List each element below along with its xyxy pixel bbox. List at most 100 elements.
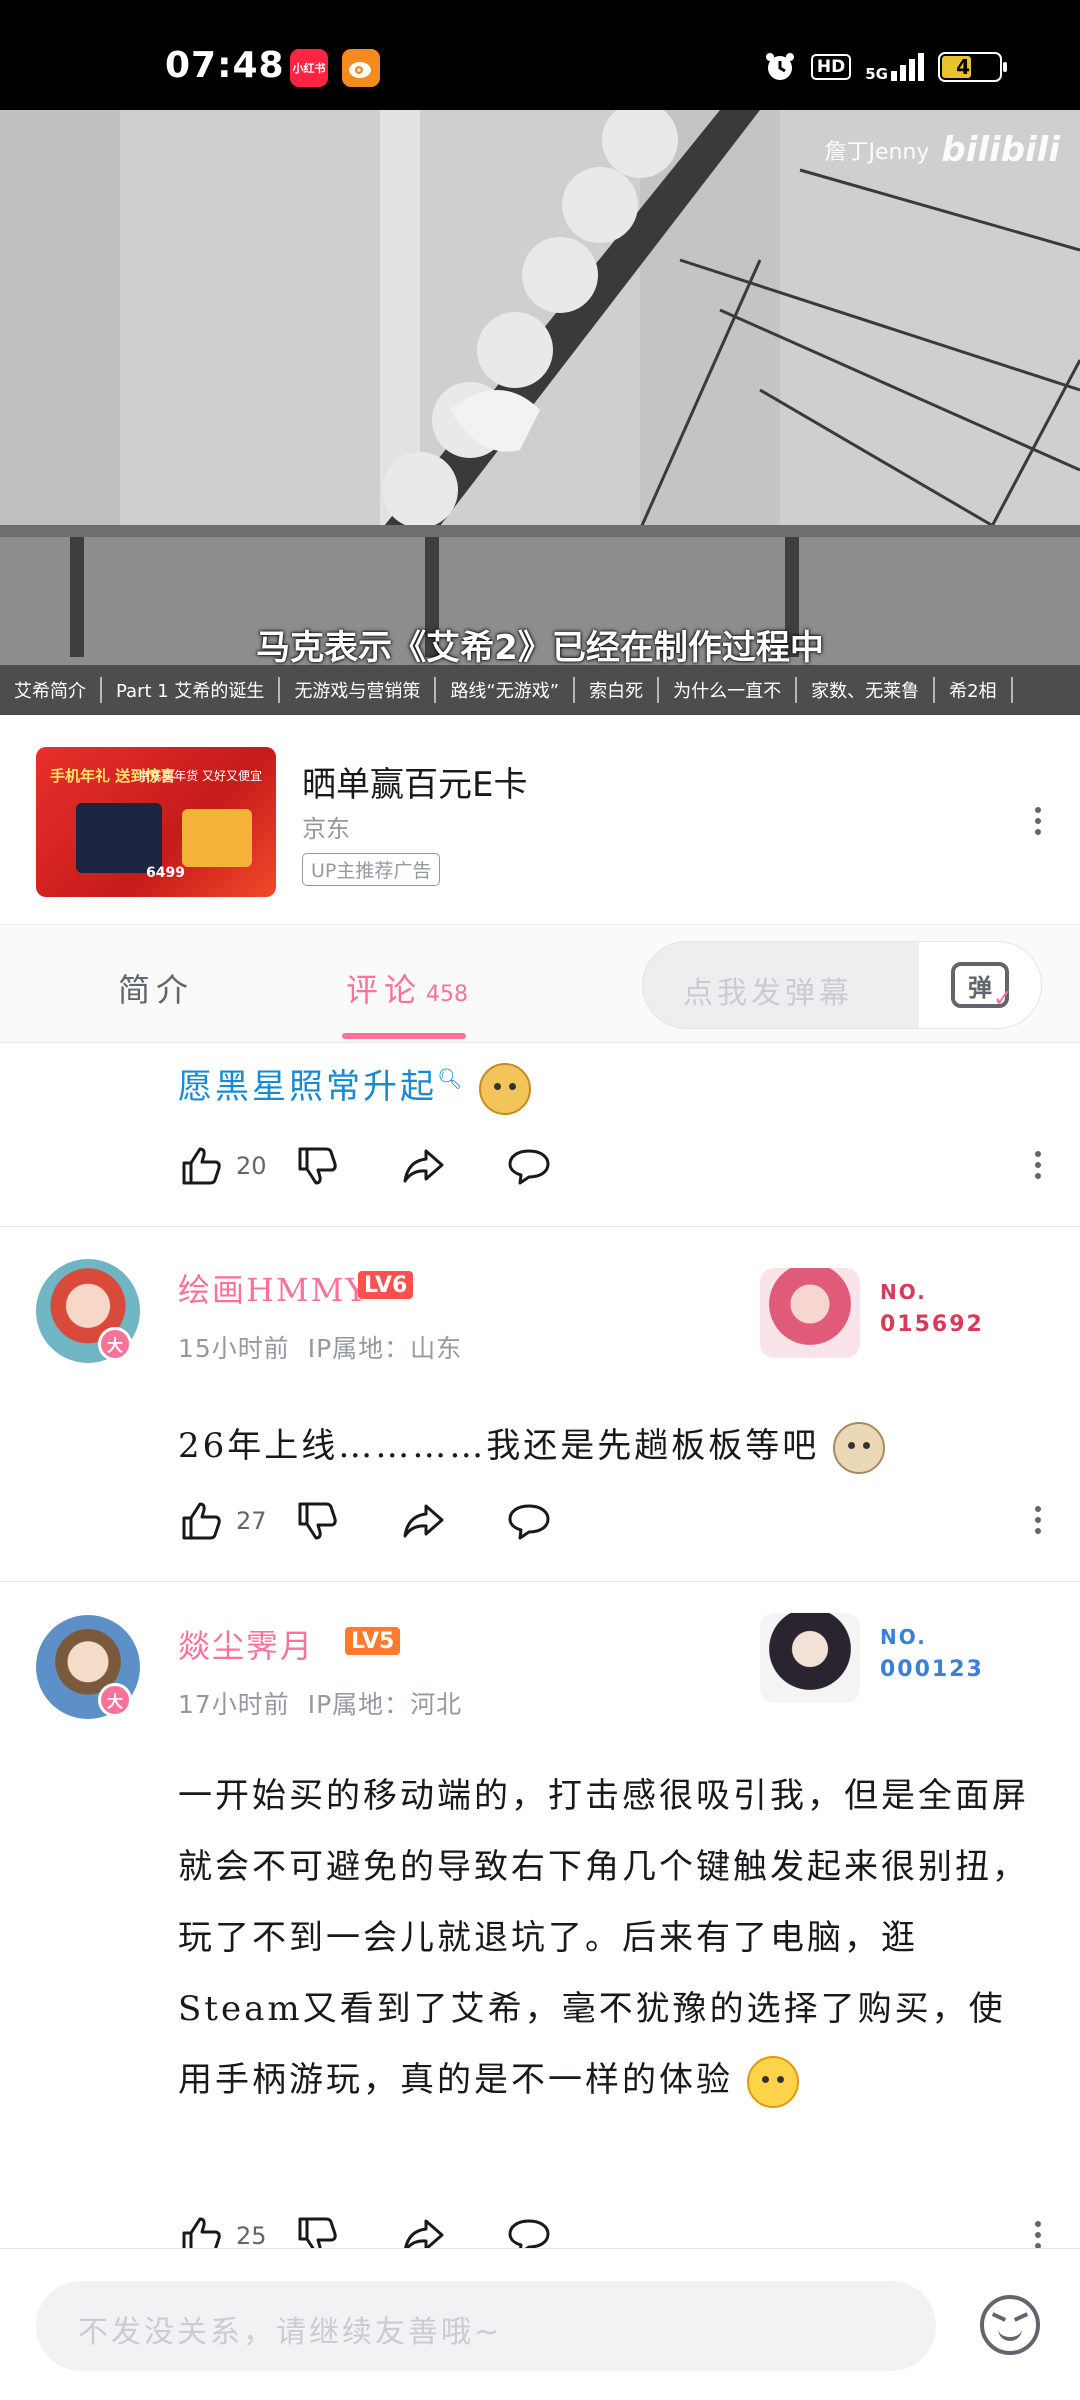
fan-badge-label: NO. <box>880 1625 927 1649</box>
avatar[interactable]: 大 <box>36 1259 140 1363</box>
ad-image-subline: 京东买年货 又好又便宜 <box>138 769 262 783</box>
comment-actions: 27 <box>178 1498 552 1544</box>
chapter-item[interactable]: 索白死 <box>575 677 660 703</box>
username[interactable]: 绘画HMMY <box>178 1265 369 1311</box>
reply-button[interactable] <box>506 2213 552 2248</box>
fan-badge-figure <box>760 1268 860 1358</box>
comment-text: 一开始买的移动端的，打击感很吸引我，但是全面屏就会不可避免的导致右下角几个键触发… <box>178 1761 1038 2116</box>
avatar[interactable]: 大 <box>36 1615 140 1719</box>
like-button[interactable]: 25 <box>178 2213 294 2248</box>
danmaku-placeholder: 点我发弹幕 <box>683 976 853 1011</box>
comment-more-icon[interactable] <box>1032 1506 1044 1534</box>
ad-image-price: 6499 <box>146 865 185 881</box>
comment-meta: 15小时前 IP属地：山东 <box>178 1329 462 1365</box>
thumb-down-icon <box>298 1502 337 1540</box>
fan-badge[interactable]: NO. 015692 <box>760 1268 1020 1358</box>
ad-more-icon[interactable] <box>1032 807 1044 835</box>
chapter-item[interactable]: 希2相 <box>935 677 1013 703</box>
thumb-down-icon <box>298 1147 337 1185</box>
comment-input-placeholder: 不发没关系，请继续友善哦~ <box>78 2315 503 2350</box>
chapter-item[interactable]: 无游戏与营销策 <box>280 677 437 703</box>
tab-intro[interactable]: 简介 <box>118 965 194 1011</box>
like-button[interactable]: 20 <box>178 1143 294 1189</box>
danmaku-icon: 弹 ✓ <box>951 962 1013 1012</box>
dislike-button[interactable] <box>294 2213 340 2248</box>
dislike-button[interactable] <box>294 1143 340 1189</box>
like-count: 25 <box>236 2222 267 2248</box>
ad-title[interactable]: 晒单赢百元E卡 <box>302 757 527 806</box>
comment-actions: 20 <box>178 1143 552 1189</box>
comment-text-content: 愿黑星照常升起 <box>178 1067 437 1107</box>
ad-image[interactable]: 手机年礼 送到惊喜 京东买年货 又好又便宜 6499 <box>36 747 276 897</box>
share-icon <box>403 1149 444 1183</box>
tab-bar: 简介 评论 458 点我发弹幕 弹 ✓ <box>0 925 1080 1043</box>
comment-time: 17小时前 <box>178 1690 290 1719</box>
vip-badge: 大 <box>98 1683 132 1717</box>
danmaku-toggle-button[interactable]: 弹 ✓ <box>919 942 1041 1028</box>
thumb-up-icon <box>182 1147 221 1185</box>
fan-badge-label: NO. <box>880 1280 927 1304</box>
weibo-app-icon <box>342 49 380 87</box>
reply-bubble-icon <box>508 1149 550 1185</box>
danmaku-icon-label: 弹 <box>968 973 992 1002</box>
share-icon <box>404 2219 444 2248</box>
doge-emoji-icon <box>479 1063 532 1115</box>
share-button[interactable] <box>400 1498 446 1544</box>
ad-card[interactable]: 手机年礼 送到惊喜 京东买年货 又好又便宜 6499 晒单赢百元E卡 京东 UP… <box>0 715 1080 925</box>
ad-tag: UP主推荐广告 <box>302 853 441 886</box>
comment-ip: IP属地：山东 <box>307 1334 463 1363</box>
fan-badge[interactable]: NO. 000123 <box>760 1613 1020 1703</box>
alarm-icon <box>765 53 794 80</box>
comment-divider <box>0 1581 1080 1582</box>
emoji-picker-icon[interactable] <box>980 2295 1040 2355</box>
comment-text: 愿黑星照常升起🔍︎ <box>178 1059 532 1115</box>
chapter-item[interactable]: 艾希简介 <box>0 677 102 703</box>
comment-divider <box>0 1226 1080 1227</box>
status-icons: HD 5G 48 <box>763 50 1007 84</box>
danmaku-input[interactable]: 点我发弹幕 弹 ✓ <box>642 941 1042 1029</box>
chapter-bar[interactable]: 艾希简介 Part 1 艾希的诞生 无游戏与营销策 路线“无游戏” 索白死 为什… <box>0 665 1080 715</box>
comment-more-icon[interactable] <box>1032 2221 1044 2248</box>
fan-badge-number: 000123 <box>880 1657 984 1682</box>
reply-button[interactable] <box>506 1143 552 1189</box>
bilibili-logo: bilibili <box>941 130 1060 170</box>
active-tab-indicator <box>342 1033 466 1039</box>
comment-ip: IP属地：河北 <box>307 1690 463 1719</box>
signal-icon: 5G <box>865 53 924 83</box>
gift-box-graphic <box>182 809 252 867</box>
network-type-label: 5G <box>865 65 888 83</box>
comment-meta: 17小时前 IP属地：河北 <box>178 1685 462 1721</box>
comment-count: 458 <box>426 982 469 1007</box>
phone-graphic <box>76 803 162 873</box>
video-player[interactable]: 詹丁Jenny bilibili 马克表示《艾希2》已经在制作过程中 艾希简介 … <box>0 110 1080 715</box>
level-badge: LV6 <box>358 1271 414 1299</box>
reply-bubble-icon <box>508 1504 550 1540</box>
username[interactable]: 燚尘霁月 <box>178 1621 314 1667</box>
chapter-item[interactable]: 家数、无莱鲁 <box>797 677 936 703</box>
comment-input-bar: 不发没关系，请继续友善哦~ <box>0 2248 1080 2400</box>
search-icon[interactable]: 🔍︎ <box>437 1067 465 1091</box>
dog-emoji-icon <box>833 1422 886 1474</box>
reply-bubble-icon <box>508 2219 550 2248</box>
share-button[interactable] <box>400 2213 446 2248</box>
dislike-button[interactable] <box>294 1498 340 1544</box>
comment-time: 15小时前 <box>178 1334 290 1363</box>
video-watermark: 詹丁Jenny bilibili <box>824 130 1060 170</box>
hd-indicator: HD <box>810 54 852 80</box>
comment-list[interactable]: 愿黑星照常升起🔍︎ 20 大 绘画HMMY LV6 15小时前 IP属地：山东 … <box>0 1043 1080 2248</box>
chapter-item[interactable]: Part 1 艾希的诞生 <box>102 677 281 703</box>
battery-level: 48 <box>956 55 984 79</box>
like-button[interactable]: 27 <box>178 1498 294 1544</box>
tab-comments-label: 评论 <box>346 971 423 1009</box>
share-icon <box>403 1504 444 1538</box>
xiaohongshu-app-icon: 小红书 <box>290 49 328 87</box>
chapter-item[interactable]: 路线“无游戏” <box>436 677 576 703</box>
thumb-down-icon <box>298 2217 337 2248</box>
chapter-item[interactable]: 为什么一直不 <box>659 677 798 703</box>
share-button[interactable] <box>400 1143 446 1189</box>
comment-more-icon[interactable] <box>1032 1151 1044 1179</box>
tab-comments[interactable]: 评论 458 <box>346 965 468 1011</box>
check-icon: ✓ <box>992 984 1013 1012</box>
reply-button[interactable] <box>506 1498 552 1544</box>
comment-input[interactable]: 不发没关系，请继续友善哦~ <box>36 2281 936 2371</box>
